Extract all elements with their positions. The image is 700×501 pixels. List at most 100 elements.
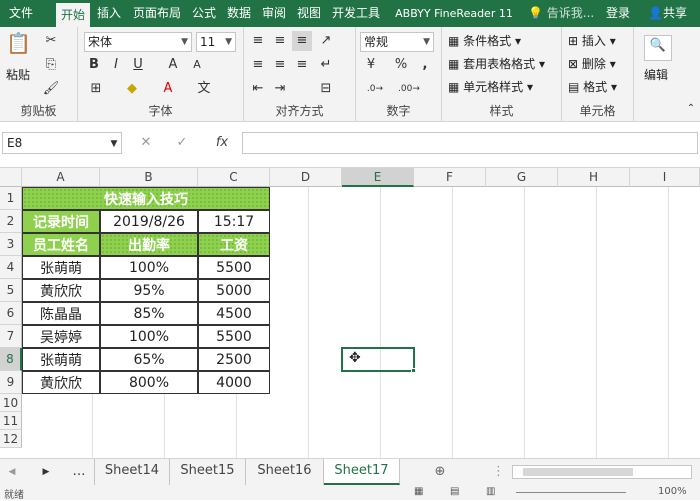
align-bottom-icon[interactable]: ≡: [292, 31, 312, 51]
scrollbar-thumb[interactable]: [523, 468, 633, 476]
table-cell[interactable]: 张萌萌: [22, 348, 100, 371]
tell-me[interactable]: 💡 告诉我...: [528, 0, 594, 27]
zoom-level[interactable]: 100%: [658, 486, 687, 497]
column-header-b[interactable]: B: [100, 168, 198, 187]
table-cell[interactable]: 4500: [198, 302, 270, 325]
merge-center-icon[interactable]: ⊟: [316, 79, 336, 99]
font-name-select[interactable]: 宋体 ▼: [84, 32, 192, 52]
zoom-slider[interactable]: [516, 492, 626, 493]
sheet-tab-sheet17[interactable]: Sheet17: [324, 459, 400, 485]
conditional-format-button[interactable]: ▦ 条件格式 ▾: [448, 31, 521, 51]
tab-developer[interactable]: 开发工具: [327, 0, 385, 27]
table-cell[interactable]: 黄欣欣: [22, 371, 100, 394]
page-break-view-icon[interactable]: ▥: [486, 486, 495, 497]
increase-indent-icon[interactable]: ⇥: [270, 79, 290, 99]
row-header-4[interactable]: 4: [0, 256, 22, 279]
table-cell[interactable]: 黄欣欣: [22, 279, 100, 302]
column-header-h[interactable]: H: [558, 168, 630, 187]
column-header-e[interactable]: E: [342, 168, 414, 187]
orientation-icon[interactable]: ↗: [316, 31, 336, 51]
tab-home[interactable]: 开始: [56, 3, 90, 27]
share-button[interactable]: 👤共享: [648, 0, 687, 27]
table-cell[interactable]: 吴婷婷: [22, 325, 100, 348]
header-salary[interactable]: 工资: [198, 233, 270, 256]
phonetic-icon[interactable]: 文: [194, 79, 214, 99]
table-cell[interactable]: 85%: [100, 302, 198, 325]
wrap-text-icon[interactable]: ↵: [316, 55, 336, 75]
format-painter-icon[interactable]: 🖌: [42, 79, 60, 99]
record-date-cell[interactable]: 2019/8/26: [100, 210, 198, 233]
cut-icon[interactable]: ✂: [42, 31, 60, 51]
table-cell[interactable]: 5500: [198, 256, 270, 279]
align-middle-icon[interactable]: ≡: [270, 31, 290, 51]
increase-decimal-icon[interactable]: .0→: [362, 79, 388, 99]
row-header-9[interactable]: 9: [0, 371, 22, 394]
row-header-3[interactable]: 3: [0, 233, 22, 256]
grow-font-icon[interactable]: A: [164, 55, 182, 75]
next-sheet-icon[interactable]: ▶: [38, 462, 54, 482]
insert-function-button[interactable]: fx: [210, 133, 234, 153]
table-cell[interactable]: 100%: [100, 325, 198, 348]
comma-button[interactable]: ,: [416, 55, 434, 75]
decrease-indent-icon[interactable]: ⇤: [248, 79, 268, 99]
insert-cells-button[interactable]: ⊞ 插入 ▾: [568, 31, 616, 51]
table-cell[interactable]: 65%: [100, 348, 198, 371]
copy-icon[interactable]: ⎘: [42, 55, 60, 75]
tab-view[interactable]: 视图: [293, 0, 325, 27]
formula-input[interactable]: [242, 132, 698, 154]
font-color-icon[interactable]: A: [158, 79, 178, 99]
sheet-tab-sheet16[interactable]: Sheet16: [246, 459, 324, 485]
column-header-a[interactable]: A: [22, 168, 100, 187]
sheet-tab-sheet14[interactable]: Sheet14: [94, 459, 170, 485]
table-cell[interactable]: 4000: [198, 371, 270, 394]
search-icon[interactable]: 🔍: [644, 35, 672, 61]
table-cell[interactable]: 张萌萌: [22, 256, 100, 279]
format-as-table-button[interactable]: ▦ 套用表格格式 ▾: [448, 54, 545, 74]
row-header-11[interactable]: 11: [0, 412, 22, 430]
tab-abbyy[interactable]: ABBYY FineReader 11: [388, 0, 520, 27]
table-cell[interactable]: 陈晶晶: [22, 302, 100, 325]
column-header-d[interactable]: D: [270, 168, 342, 187]
table-cell[interactable]: 5000: [198, 279, 270, 302]
tab-formulas[interactable]: 公式: [188, 0, 220, 27]
shrink-font-icon[interactable]: A: [188, 55, 206, 75]
fill-handle[interactable]: [411, 368, 416, 373]
align-left-icon[interactable]: ≡: [248, 55, 268, 75]
row-header-12[interactable]: 12: [0, 430, 22, 448]
row-header-8[interactable]: 8: [0, 348, 22, 371]
column-header-f[interactable]: F: [414, 168, 486, 187]
table-cell[interactable]: 95%: [100, 279, 198, 302]
tab-data[interactable]: 数据: [223, 0, 255, 27]
tab-insert[interactable]: 插入: [93, 0, 125, 27]
row-header-6[interactable]: 6: [0, 302, 22, 325]
add-sheet-icon[interactable]: ⊕: [430, 462, 450, 482]
percent-button[interactable]: %: [392, 55, 410, 75]
select-all-corner[interactable]: [0, 168, 22, 187]
table-cell[interactable]: 100%: [100, 256, 198, 279]
fill-color-icon[interactable]: ◆: [122, 79, 142, 99]
tab-page-layout[interactable]: 页面布局: [129, 0, 185, 27]
horizontal-scrollbar[interactable]: [512, 465, 692, 479]
bold-button[interactable]: B: [86, 55, 102, 75]
row-header-10[interactable]: 10: [0, 394, 22, 412]
cell-styles-button[interactable]: ▦ 单元格样式 ▾: [448, 77, 533, 97]
tab-file[interactable]: 文件: [0, 0, 42, 27]
column-header-g[interactable]: G: [486, 168, 558, 187]
italic-button[interactable]: I: [108, 55, 124, 75]
number-format-select[interactable]: 常规 ▼: [360, 32, 434, 52]
paste-icon[interactable]: 📋: [6, 33, 31, 59]
font-size-select[interactable]: 11 ▼: [196, 32, 236, 52]
align-top-icon[interactable]: ≡: [248, 31, 268, 51]
sheet-tab-sheet15[interactable]: Sheet15: [170, 459, 246, 485]
column-header-c[interactable]: C: [198, 168, 270, 187]
header-attendance[interactable]: 出勤率: [100, 233, 198, 256]
row-header-1[interactable]: 1: [0, 187, 22, 210]
table-cell[interactable]: 800%: [100, 371, 198, 394]
underline-button[interactable]: U: [130, 55, 146, 75]
column-header-i[interactable]: I: [630, 168, 700, 187]
login-button[interactable]: 登录: [606, 0, 630, 27]
cancel-icon[interactable]: ✕: [136, 133, 156, 153]
more-options-icon[interactable]: ⋮: [492, 462, 505, 482]
worksheet-grid[interactable]: A B C D E F G H I 1 2 3 4 5 6 7 8 9 10 1…: [0, 168, 700, 458]
page-layout-view-icon[interactable]: ▤: [450, 486, 459, 497]
